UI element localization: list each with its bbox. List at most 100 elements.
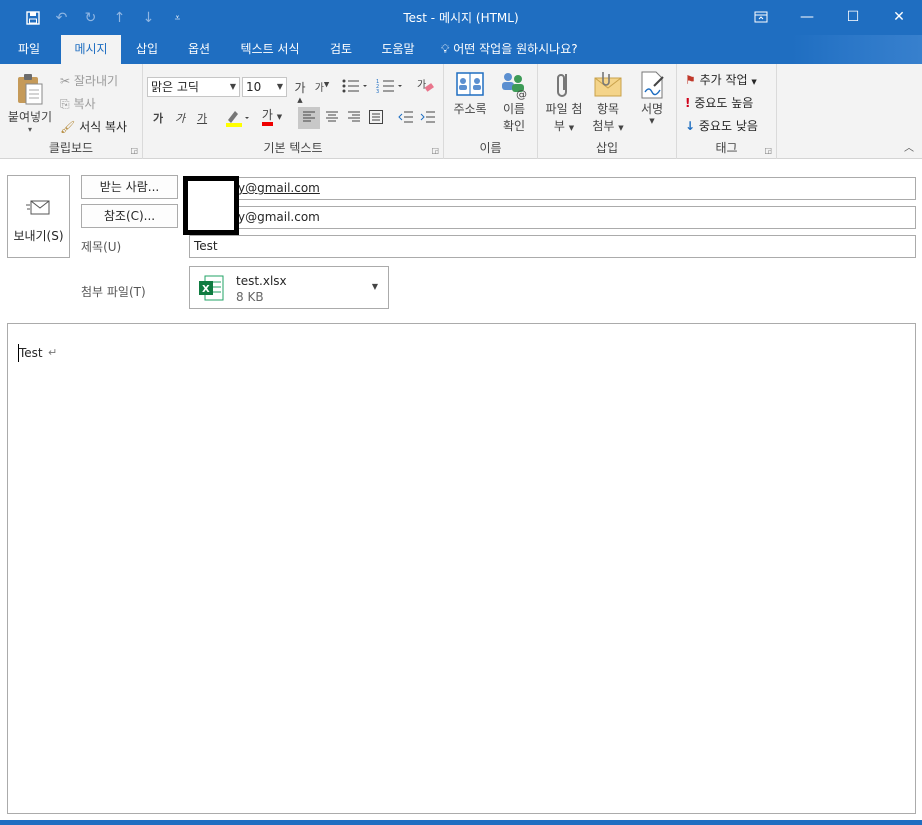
check-names-icon: @ bbox=[502, 73, 527, 100]
attachment-name: test.xlsx bbox=[236, 274, 287, 288]
attachment-item[interactable]: X test.xlsx 8 KB ▼ bbox=[189, 266, 389, 309]
collapse-ribbon-icon[interactable]: ︿ bbox=[904, 139, 914, 154]
subject-value: Test bbox=[194, 239, 218, 253]
send-button[interactable]: 보내기(S) bbox=[7, 175, 70, 258]
tab-review[interactable]: 검토 bbox=[318, 35, 364, 64]
align-right-icon[interactable] bbox=[346, 110, 362, 127]
tab-message[interactable]: 메시지 bbox=[61, 35, 121, 64]
signature-icon bbox=[641, 71, 664, 99]
format-painter-icon: 🖌︎ bbox=[60, 120, 76, 134]
svg-text:가: 가 bbox=[417, 79, 426, 91]
paste-dropdown-icon: ▾ bbox=[27, 125, 32, 134]
maximize-icon[interactable]: ☐ bbox=[830, 0, 876, 33]
cut-label: 잘라내기 bbox=[73, 74, 119, 88]
align-left-icon[interactable] bbox=[301, 110, 317, 127]
cc-field[interactable]: y@gmail.com bbox=[189, 206, 916, 229]
font-color-button[interactable]: 가 ▼ bbox=[256, 108, 288, 126]
chevron-down-icon[interactable]: ▼ bbox=[372, 282, 378, 291]
copy-button[interactable]: ⎘ 복사 bbox=[60, 95, 96, 112]
signature-label: 서명 bbox=[640, 102, 664, 116]
copy-icon: ⎘ bbox=[60, 97, 70, 111]
signature-dropdown-icon: ▼ bbox=[649, 117, 655, 125]
basic-text-group-label: 기본 텍스트 bbox=[263, 141, 323, 155]
exclamation-icon: ! bbox=[685, 96, 691, 110]
minimize-icon[interactable]: — bbox=[784, 0, 830, 33]
tags-launcher-icon[interactable]: ◲ bbox=[764, 146, 772, 155]
chevron-down-icon: ▼ bbox=[229, 82, 236, 91]
tab-options[interactable]: 옵션 bbox=[175, 35, 223, 64]
check-names-label-1: 이름 bbox=[502, 102, 526, 116]
font-size-dropdown[interactable]: 10 ▼ bbox=[242, 77, 287, 97]
subject-field[interactable]: Test bbox=[189, 235, 916, 258]
address-book-label: 주소록 bbox=[453, 102, 487, 116]
attach-file-button[interactable]: 파일 첨 부 ▼ bbox=[542, 70, 586, 134]
ribbon-tabs: 파일 메시지 삽입 옵션 텍스트 서식 검토 도움말 💡︎ 어떤 작업을 원하시… bbox=[0, 35, 922, 64]
svg-text:X: X bbox=[202, 284, 210, 295]
tab-file[interactable]: 파일 bbox=[0, 35, 58, 64]
excel-file-icon: X bbox=[199, 275, 224, 301]
attachment-size: 8 KB bbox=[236, 290, 264, 304]
justify-icon[interactable] bbox=[368, 110, 384, 127]
decrease-indent-icon[interactable] bbox=[397, 110, 415, 127]
clipboard-group-label: 클립보드 bbox=[48, 141, 94, 155]
signature-button[interactable]: 서명 ▼ bbox=[632, 70, 672, 125]
to-recipient[interactable]: y@gmail.com bbox=[238, 178, 320, 199]
increase-indent-icon[interactable] bbox=[419, 110, 437, 127]
format-painter-button[interactable]: 🖌︎ 서식 복사 bbox=[60, 118, 127, 135]
underline-button[interactable]: 가 bbox=[195, 110, 209, 126]
tab-insert[interactable]: 삽입 bbox=[124, 35, 170, 64]
close-icon[interactable]: ✕ bbox=[876, 0, 922, 33]
attach-file-label-2: 부 ▼ bbox=[553, 119, 575, 133]
names-group: 주소록 @ 이름 확인 이름 bbox=[444, 64, 538, 159]
high-importance-label: 중요도 높음 bbox=[694, 96, 754, 110]
subject-label: 제목(U) bbox=[81, 240, 122, 254]
envelope-attach-icon bbox=[594, 72, 622, 97]
high-importance-button[interactable]: ! 중요도 높음 bbox=[685, 94, 753, 111]
to-field[interactable]: y@gmail.com bbox=[189, 177, 916, 200]
basic-text-launcher-icon[interactable]: ◲ bbox=[431, 146, 439, 155]
cc-button[interactable]: 참조(C)... bbox=[81, 204, 178, 228]
align-center-icon[interactable] bbox=[324, 110, 340, 127]
font-size-value: 10 bbox=[246, 80, 262, 94]
paste-button[interactable]: 붙여넣기 ▾ bbox=[4, 70, 56, 136]
bullets-icon[interactable] bbox=[340, 77, 370, 98]
send-icon bbox=[26, 200, 50, 215]
scissors-icon: ✂ bbox=[60, 74, 71, 88]
grow-font-icon[interactable]: 가▲ bbox=[292, 79, 308, 110]
clipboard-group: 붙여넣기 ▾ ✂ 잘라내기 ⎘ 복사 🖌︎ 서식 복사 클립보드 ◲ bbox=[0, 64, 143, 159]
font-color-label: 가 bbox=[261, 108, 273, 126]
highlighter-icon bbox=[226, 111, 249, 127]
clipboard-launcher-icon[interactable]: ◲ bbox=[130, 146, 138, 155]
low-importance-label: 중요도 낮음 bbox=[698, 119, 758, 133]
flag-icon: ⚑ bbox=[685, 73, 696, 87]
tell-me-box[interactable]: 💡︎ 어떤 작업을 원하시나요? bbox=[441, 35, 578, 64]
paste-icon bbox=[18, 74, 43, 105]
svg-text:@: @ bbox=[516, 88, 527, 100]
clear-formatting-icon[interactable]: 가 bbox=[416, 77, 436, 98]
tab-bar-decoration bbox=[792, 35, 922, 64]
lightbulb-icon: 💡︎ bbox=[441, 42, 450, 56]
message-body[interactable]: Test ↵ bbox=[7, 323, 916, 814]
font-name-dropdown[interactable]: 맑은 고딕 ▼ bbox=[147, 77, 240, 97]
check-names-button[interactable]: @ 이름 확인 bbox=[494, 70, 534, 134]
tab-help[interactable]: 도움말 bbox=[369, 35, 427, 64]
to-button[interactable]: 받는 사람... bbox=[81, 175, 178, 199]
numbering-icon[interactable]: 123 bbox=[375, 77, 405, 98]
cc-recipient[interactable]: y@gmail.com bbox=[238, 207, 320, 228]
attach-file-label-1: 파일 첨 bbox=[545, 102, 583, 116]
shrink-font-icon[interactable]: 가▼ bbox=[314, 79, 330, 94]
attach-item-label-1: 항목 bbox=[596, 102, 620, 116]
highlight-color-button[interactable] bbox=[223, 108, 253, 131]
low-importance-button[interactable]: ↓ 중요도 낮음 bbox=[685, 117, 758, 134]
follow-up-button[interactable]: ⚑ 추가 작업 ▼ bbox=[685, 71, 757, 88]
tab-format-text[interactable]: 텍스트 서식 bbox=[227, 35, 313, 64]
tags-group-label: 태그 bbox=[715, 141, 738, 155]
attach-item-button[interactable]: 항목 첨부 ▼ bbox=[588, 70, 628, 134]
italic-button[interactable]: 가 bbox=[173, 110, 187, 126]
address-book-button[interactable]: 주소록 bbox=[448, 70, 492, 117]
cut-button[interactable]: ✂ 잘라내기 bbox=[60, 72, 118, 89]
check-names-label-2: 확인 bbox=[502, 119, 526, 133]
bold-button[interactable]: 가 bbox=[151, 110, 165, 126]
ribbon-display-options-icon[interactable] bbox=[738, 0, 784, 33]
include-group: 파일 첨 부 ▼ 항목 첨부 ▼ 서명 ▼ 삽입 bbox=[538, 64, 677, 159]
